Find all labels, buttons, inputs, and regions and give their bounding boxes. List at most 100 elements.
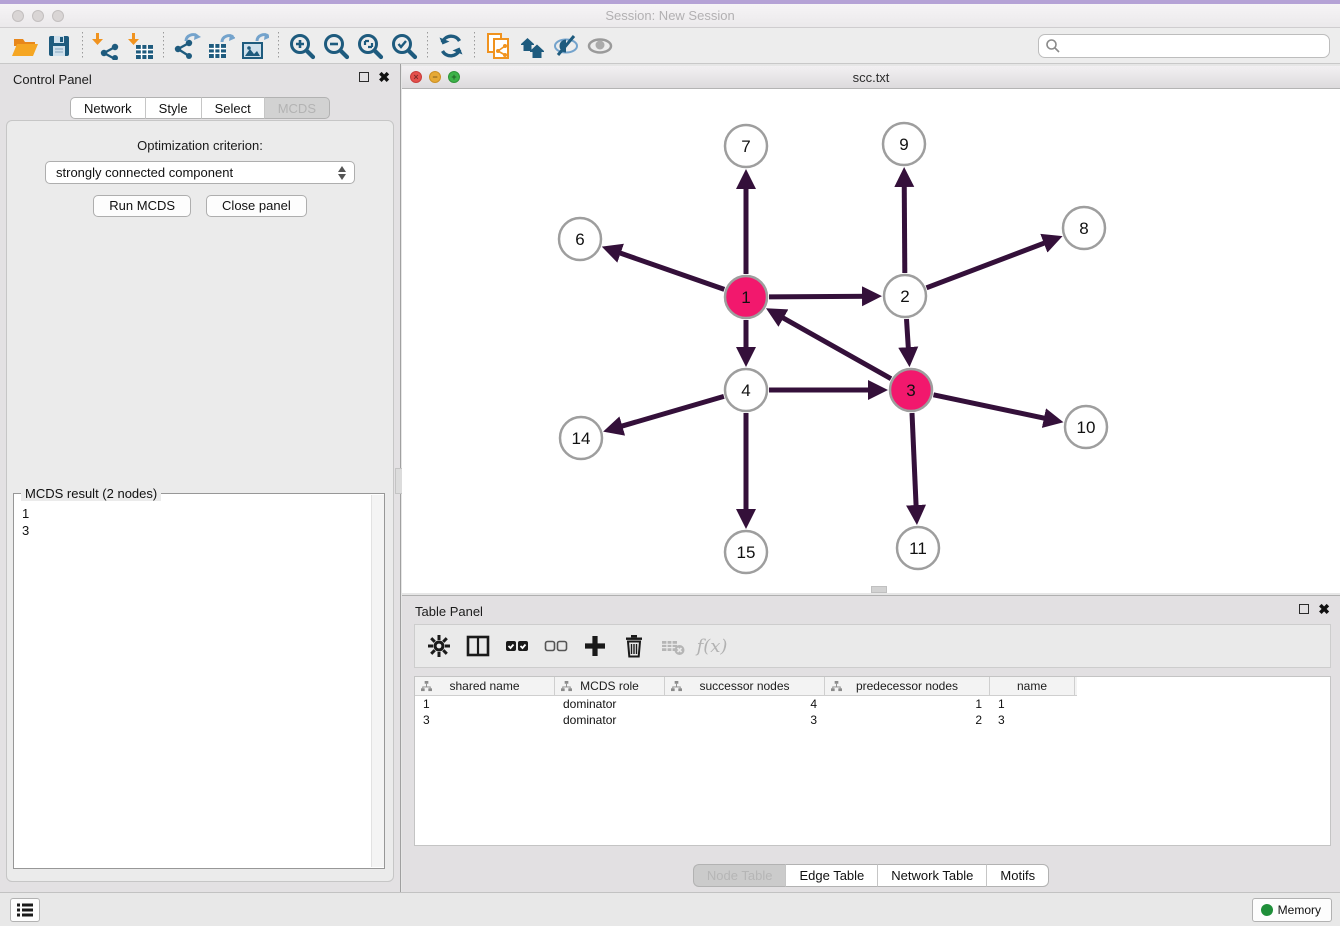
- add-column-icon[interactable]: [579, 630, 611, 662]
- table-cell[interactable]: 3: [990, 712, 1075, 728]
- network-graph[interactable]: 1 2 3 4 6 7 8 9 10 11 14 15: [402, 89, 1340, 593]
- column-header-predecessor-nodes[interactable]: predecessor nodes: [825, 677, 990, 695]
- network-canvas[interactable]: 1 2 3 4 6 7 8 9 10 11 14 15: [402, 89, 1340, 593]
- eye-icon[interactable]: [583, 30, 617, 62]
- close-panel-button[interactable]: Close panel: [206, 195, 307, 217]
- tab-network-table[interactable]: Network Table: [878, 864, 987, 887]
- zoom-in-icon[interactable]: [285, 30, 319, 62]
- copy-network-icon[interactable]: [481, 30, 515, 62]
- network-window-titlebar[interactable]: × − + scc.txt: [402, 66, 1340, 89]
- float-panel-icon[interactable]: [359, 72, 369, 82]
- edge-3-11[interactable]: [912, 413, 917, 515]
- table-cell[interactable]: dominator: [555, 696, 665, 712]
- table-panel: Table Panel ✖ f(x) shared: [402, 595, 1340, 892]
- node-1[interactable]: 1: [725, 276, 767, 318]
- export-table-icon[interactable]: [204, 30, 238, 62]
- table-cell[interactable]: 4: [665, 696, 825, 712]
- zoom-fit-icon[interactable]: [353, 30, 387, 62]
- table-panel-header: Table Panel ✖: [402, 596, 1340, 624]
- column-header-successor-nodes[interactable]: successor nodes: [665, 677, 825, 695]
- zoom-selected-icon[interactable]: [387, 30, 421, 62]
- settings-icon[interactable]: [423, 630, 455, 662]
- open-session-icon[interactable]: [8, 30, 42, 62]
- zoom-out-icon[interactable]: [319, 30, 353, 62]
- node-6[interactable]: 6: [559, 218, 601, 260]
- main-toolbar: [0, 28, 1340, 64]
- node-15[interactable]: 15: [725, 531, 767, 573]
- table-cell[interactable]: 3: [415, 712, 555, 728]
- tab-network[interactable]: Network: [70, 97, 146, 119]
- float-table-panel-icon[interactable]: [1299, 604, 1309, 614]
- node-8[interactable]: 8: [1063, 207, 1105, 249]
- network-window-title: scc.txt: [402, 70, 1340, 85]
- criterion-dropdown[interactable]: strongly connected component: [45, 161, 355, 184]
- table-cell[interactable]: 1: [825, 696, 990, 712]
- window-titlebar: Session: New Session: [0, 4, 1340, 28]
- table-cell[interactable]: dominator: [555, 712, 665, 728]
- delete-table-icon[interactable]: [657, 630, 689, 662]
- mcds-result-item[interactable]: 1: [22, 505, 370, 522]
- svg-text:7: 7: [741, 137, 750, 156]
- tab-select[interactable]: Select: [202, 97, 265, 119]
- node-14[interactable]: 14: [560, 417, 602, 459]
- edge-2-8[interactable]: [927, 240, 1054, 288]
- column-header-MCDS-role[interactable]: MCDS role: [555, 677, 665, 695]
- toolbar-separator: [163, 32, 164, 60]
- node-7[interactable]: 7: [725, 125, 767, 167]
- select-all-columns-icon[interactable]: [501, 630, 533, 662]
- table-row[interactable]: 1dominator411: [415, 696, 1077, 712]
- edge-2-9[interactable]: [904, 177, 905, 273]
- column-header-name[interactable]: name: [990, 677, 1075, 695]
- deselect-all-columns-icon[interactable]: [540, 630, 572, 662]
- import-table-icon[interactable]: [123, 30, 157, 62]
- table-cell[interactable]: 3: [665, 712, 825, 728]
- split-view-icon[interactable]: [462, 630, 494, 662]
- column-flow-icon: [671, 681, 682, 695]
- edge-4-14[interactable]: [613, 396, 724, 428]
- close-table-panel-icon[interactable]: ✖: [1318, 603, 1330, 615]
- save-session-icon[interactable]: [42, 30, 76, 62]
- edge-3-10[interactable]: [934, 395, 1054, 420]
- table-row[interactable]: 3dominator323: [415, 712, 1077, 728]
- tab-motifs[interactable]: Motifs: [987, 864, 1049, 887]
- refresh-layout-icon[interactable]: [434, 30, 468, 62]
- column-header-shared-name[interactable]: shared name: [415, 677, 555, 695]
- column-flow-icon: [831, 681, 842, 695]
- function-builder-icon[interactable]: f(x): [696, 630, 728, 662]
- table-cell[interactable]: 2: [825, 712, 990, 728]
- node-2[interactable]: 2: [884, 275, 926, 317]
- table-toolbar: f(x): [414, 624, 1331, 668]
- task-history-button[interactable]: [10, 898, 40, 922]
- node-9[interactable]: 9: [883, 123, 925, 165]
- tab-mcds[interactable]: MCDS: [265, 97, 330, 119]
- tab-style[interactable]: Style: [146, 97, 202, 119]
- node-10[interactable]: 10: [1065, 406, 1107, 448]
- run-mcds-button[interactable]: Run MCDS: [93, 195, 191, 217]
- hide-icon[interactable]: [549, 30, 583, 62]
- mcds-result-item[interactable]: 3: [22, 522, 370, 539]
- table-cell[interactable]: 1: [990, 696, 1075, 712]
- edge-1-6[interactable]: [611, 250, 724, 290]
- mcds-result-scrollbar[interactable]: [371, 495, 384, 867]
- dropdown-stepper-icon: [338, 165, 347, 181]
- table-cell[interactable]: 1: [415, 696, 555, 712]
- node-4[interactable]: 4: [725, 369, 767, 411]
- export-image-icon[interactable]: [238, 30, 272, 62]
- edge-3-1[interactable]: [775, 313, 891, 379]
- import-network-icon[interactable]: [89, 30, 123, 62]
- node-3[interactable]: 3: [890, 369, 932, 411]
- node-11[interactable]: 11: [897, 527, 939, 569]
- svg-text:8: 8: [1079, 219, 1088, 238]
- tab-node-table[interactable]: Node Table: [693, 864, 787, 887]
- search-box[interactable]: [1038, 34, 1330, 58]
- memory-button[interactable]: Memory: [1252, 898, 1332, 922]
- tab-edge-table[interactable]: Edge Table: [786, 864, 878, 887]
- export-network-icon[interactable]: [170, 30, 204, 62]
- close-panel-icon[interactable]: ✖: [378, 71, 390, 83]
- home-icon[interactable]: [515, 30, 549, 62]
- edge-2-3[interactable]: [907, 319, 909, 357]
- edge-1-2[interactable]: [769, 296, 872, 297]
- search-input[interactable]: [1061, 36, 1329, 56]
- delete-column-icon[interactable]: [618, 630, 650, 662]
- canvas-resize-grip[interactable]: [871, 586, 887, 593]
